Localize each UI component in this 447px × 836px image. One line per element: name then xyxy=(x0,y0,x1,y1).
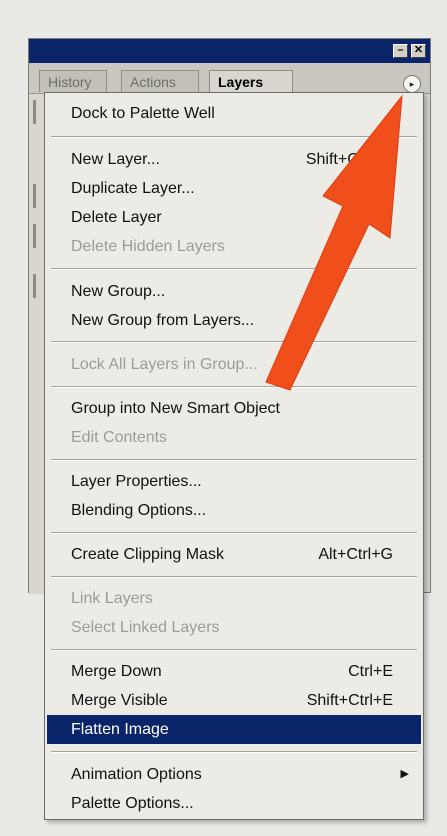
annotation-arrow-icon xyxy=(265,94,403,391)
